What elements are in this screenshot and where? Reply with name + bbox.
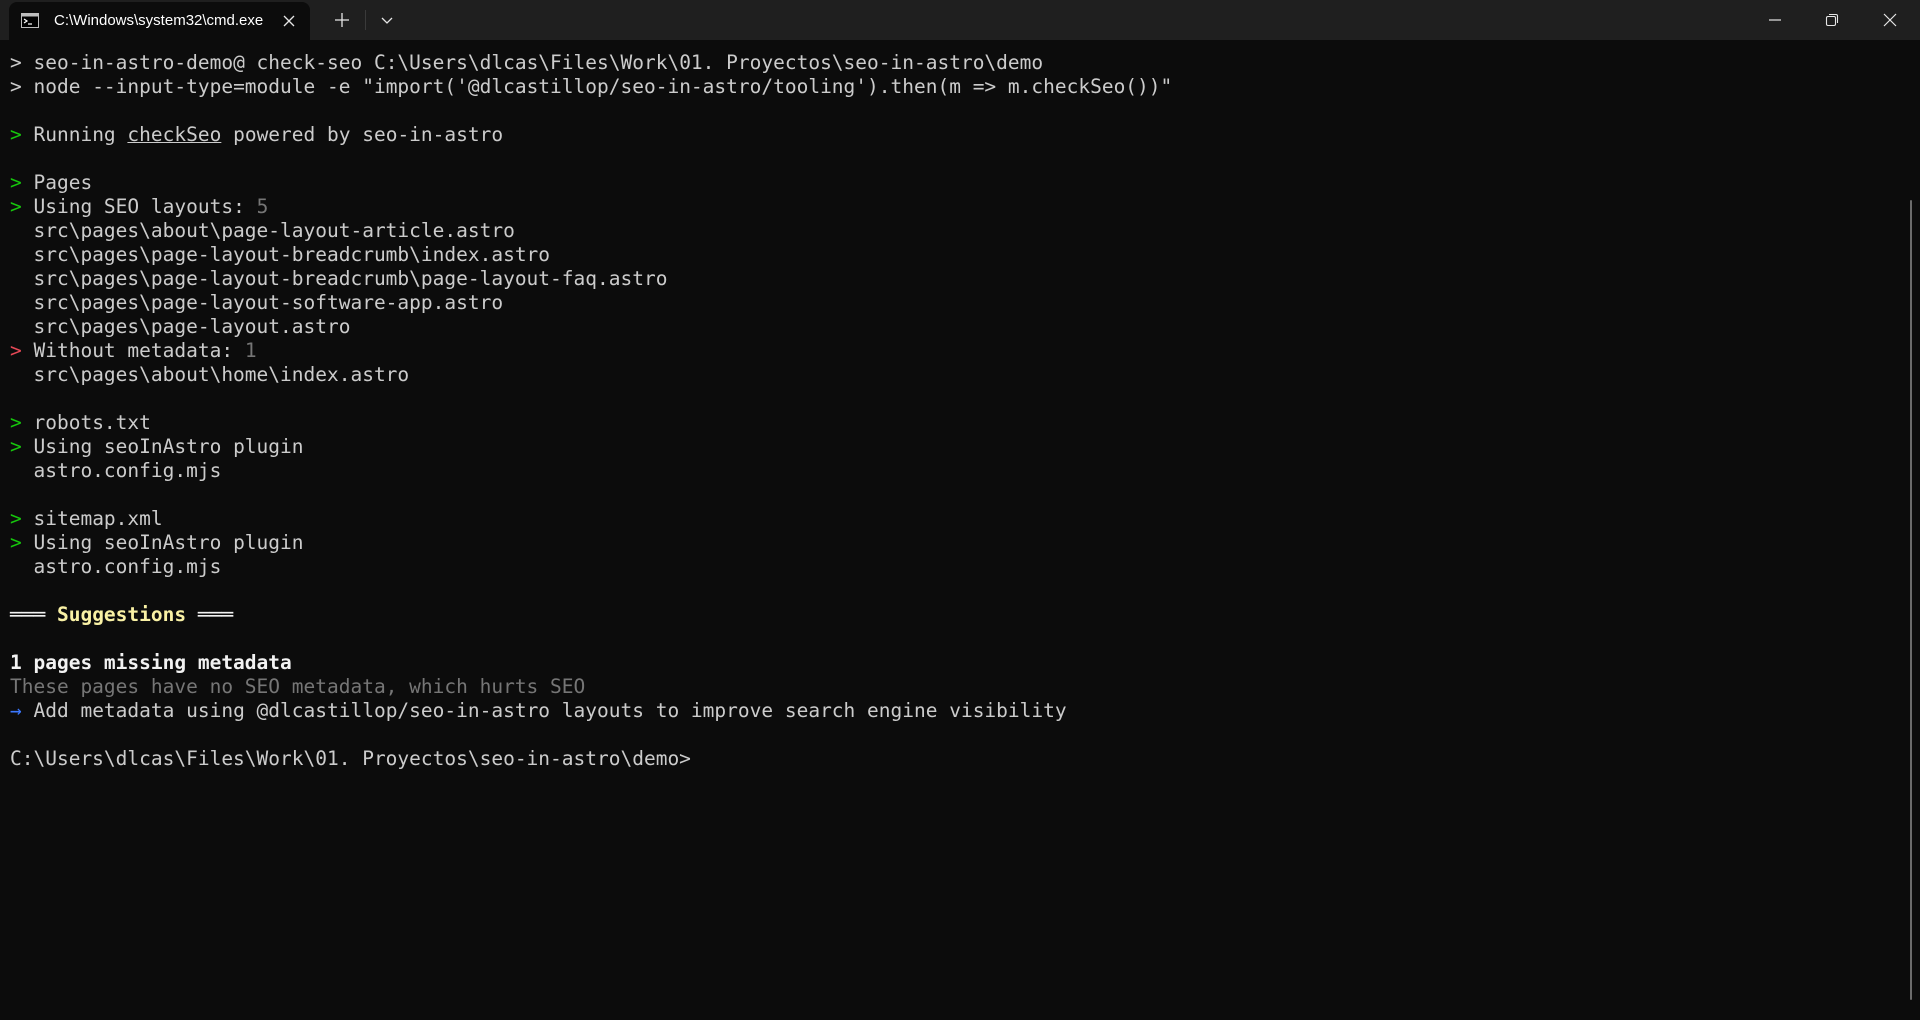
success-marker: > [10,123,22,146]
profiles-dropdown-button[interactable] [368,0,406,40]
close-window-button[interactable] [1867,0,1913,40]
plugin-label: Using seoInAstro plugin [21,531,304,554]
running-suffix: powered by seo-in-astro [221,123,504,146]
suggestion-action-text: Add metadata using @dlcastillop/seo-in-a… [21,699,1067,722]
success-marker: > [10,195,22,218]
without-metadata-line: > Without metadata: 1 [10,339,1900,363]
plugin-label: Using seoInAstro plugin [21,435,304,458]
file-path: astro.config.mjs [10,555,222,578]
terminal-window: C:\Windows\system32\cmd.exe > seo-in-ast… [0,0,1920,1020]
section-label: robots.txt [21,411,151,434]
section-label: Pages [21,171,93,194]
file-path: src\pages\about\page-layout-article.astr… [10,219,515,242]
section-label: sitemap.xml [21,507,163,530]
file-path: src\pages\page-layout-software-app.astro [10,291,504,314]
seo-layouts-line: > Using SEO layouts: 5 [10,195,1900,219]
plugin-line: > Using seoInAstro plugin [10,531,1900,555]
maximize-button[interactable] [1809,0,1855,40]
file-path: src\pages\about\home\index.astro [10,363,410,386]
suggestions-header: ═══ Suggestions ═══ [10,603,1900,627]
command-line: > seo-in-astro-demo@ check-seo C:\Users\… [10,51,1900,75]
section-heading: > Pages [10,171,1900,195]
without-metadata-count: 1 [244,339,257,362]
running-line: > Running checkSeo powered by seo-in-ast… [10,123,1900,147]
suggestion-heading: 1 pages missing metadata [10,651,292,674]
file-path: astro.config.mjs [10,459,222,482]
tab-separator [365,10,366,30]
chevron-down-icon [381,17,393,24]
command-text: seo-in-astro-demo@ check-seo C:\Users\dl… [21,51,1044,74]
success-marker: > [10,411,22,434]
success-marker: > [10,507,22,530]
command-text: node --input-type=module -e "import('@dl… [21,75,1173,98]
arrow-right-icon: → [10,699,22,722]
success-marker: > [10,171,22,194]
close-icon [1883,13,1897,27]
file-path: src\pages\page-layout-breadcrumb\page-la… [10,267,668,290]
new-tab-button[interactable] [322,0,362,40]
title-bar: C:\Windows\system32\cmd.exe [0,0,1920,40]
suggestions-title: Suggestions [45,603,198,626]
tab-title: C:\Windows\system32\cmd.exe [54,12,264,29]
scrollbar-thumb[interactable] [1910,200,1912,1000]
cmd-icon [21,13,39,28]
suggestion-description: These pages have no SEO metadata, which … [10,675,586,698]
tab-cmd[interactable]: C:\Windows\system32\cmd.exe [9,2,310,40]
seo-layouts-count: 5 [256,195,269,218]
shell-prompt[interactable]: C:\Users\dlcas\Files\Work\01. Proyectos\… [10,747,1900,771]
plus-icon [335,13,349,27]
suggestion-action: → Add metadata using @dlcastillop/seo-in… [10,699,1900,723]
section-heading: > robots.txt [10,411,1900,435]
rule-right: ═══ [197,603,234,626]
section-heading: > sitemap.xml [10,507,1900,531]
checkseo-link[interactable]: checkSeo [127,123,221,146]
success-marker: > [10,435,22,458]
plugin-line: > Using seoInAstro plugin [10,435,1900,459]
command-line: > node --input-type=module -e "import('@… [10,75,1900,99]
minimize-button[interactable] [1752,0,1798,40]
prompt-marker: > [10,51,22,74]
error-marker: > [10,339,22,362]
running-prefix: Running [21,123,128,146]
terminal-output[interactable]: > seo-in-astro-demo@ check-seo C:\Users\… [10,51,1900,771]
minimize-icon [1769,19,1781,21]
without-metadata-label: Without metadata: [21,339,245,362]
prompt-marker: > [10,75,22,98]
maximize-icon [1825,13,1839,27]
file-path: src\pages\page-layout.astro [10,315,351,338]
success-marker: > [10,531,22,554]
file-path: src\pages\page-layout-breadcrumb\index.a… [10,243,551,266]
rule-left: ═══ [10,603,46,626]
close-icon[interactable] [280,12,298,30]
seo-layouts-label: Using SEO layouts: [21,195,257,218]
